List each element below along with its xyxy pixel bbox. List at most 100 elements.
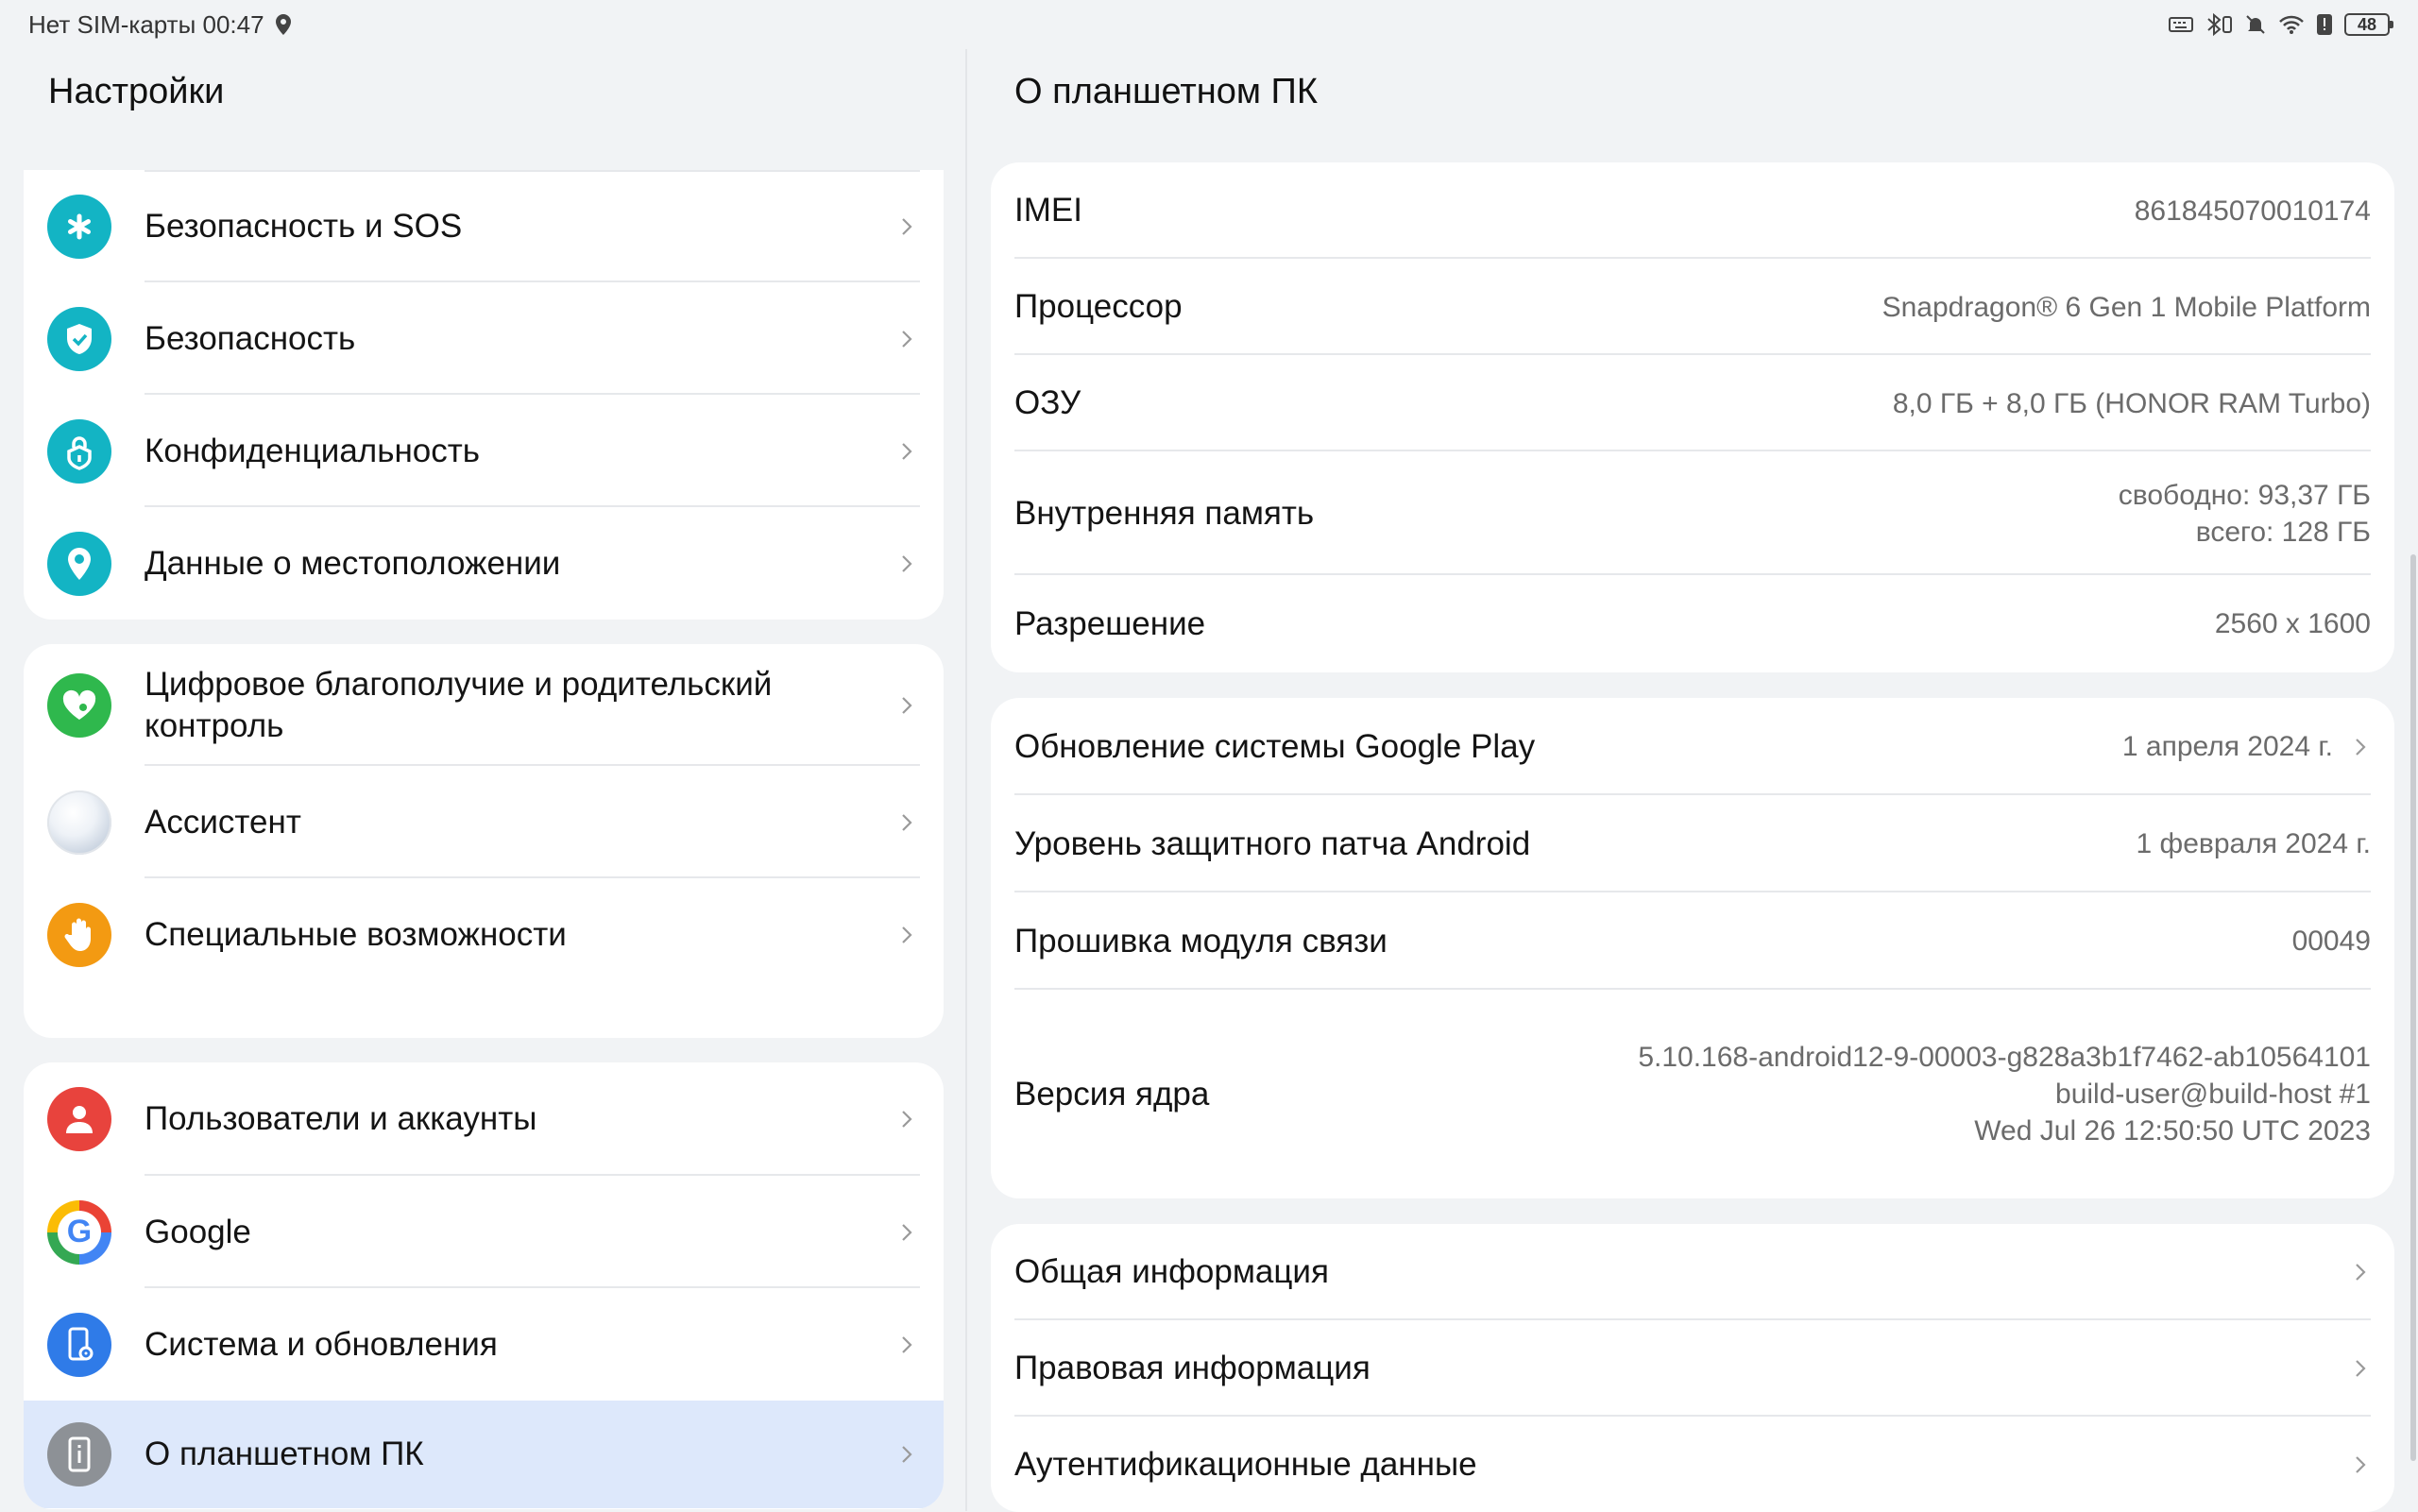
location-icon: [274, 13, 293, 36]
chevron-right-icon: [902, 696, 912, 714]
chevron-right-icon: [902, 330, 912, 348]
wifi-icon: [2278, 14, 2305, 35]
settings-group-2: Цифровое благополучие и родительский кон…: [24, 644, 944, 1038]
resolution-label: Разрешение: [1014, 604, 1206, 642]
sidebar-item-about-tablet[interactable]: О планшетном ПК: [24, 1401, 944, 1508]
chevron-right-icon: [902, 813, 912, 831]
certification-label: Аутентификационные данные: [1014, 1446, 1477, 1483]
settings-pane: Настройки Безопасность и SOS Безопасност…: [0, 49, 965, 1511]
resolution-value: 2560 x 1600: [2214, 608, 2371, 639]
sidebar-item-label: Пользователи и аккаунты: [145, 1100, 537, 1137]
kernel-build-date: Wed Jul 26 12:50:50 UTC 2023: [1974, 1115, 2371, 1147]
kernel-version-value: 5.10.168-android12-9-00003-g828a3b1f7462…: [1638, 1039, 2371, 1149]
ram-label: ОЗУ: [1014, 384, 1081, 421]
security-patch-value: 1 февраля 2024 г.: [2136, 828, 2371, 859]
chevron-right-icon: [902, 217, 912, 235]
bluetooth-icon: [2205, 12, 2233, 37]
heart-icon: [47, 672, 111, 738]
status-bar: Нет SIM-карты 00:47 48: [0, 0, 2418, 49]
sidebar-item-label: Конфиденциальность: [145, 432, 481, 469]
processor-label: Процессор: [1014, 288, 1183, 325]
chevron-right-icon: [902, 1446, 912, 1463]
chevron-right-icon: [902, 1335, 912, 1353]
chevron-right-icon: [902, 926, 912, 943]
chevron-right-icon: [2356, 1264, 2366, 1281]
processor-row: Процессор Snapdragon® 6 Gen 1 Mobile Pla…: [991, 259, 2394, 355]
google-play-update-row[interactable]: Обновление системы Google Play 1 апреля …: [991, 698, 2394, 795]
sidebar-item-security[interactable]: Безопасность: [24, 282, 944, 395]
sidebar-item-users-accounts[interactable]: Пользователи и аккаунты: [24, 1062, 944, 1176]
security-patch-row: Уровень защитного патча Android 1 феврал…: [991, 795, 2394, 892]
storage-free: свободно: 93,37 ГБ: [2118, 479, 2371, 511]
device-info-card: IMEI 861845070010174 Процессор Snapdrago…: [991, 162, 2394, 672]
kernel-version-label: Версия ядра: [1014, 1075, 1210, 1113]
hand-icon: [47, 902, 111, 967]
sidebar-item-digital-wellbeing[interactable]: Цифровое благополучие и родительский кон…: [24, 644, 944, 766]
storage-row: Внутренняя память свободно: 93,37 ГБ все…: [991, 451, 2394, 575]
sidebar-item-label: Ассистент: [145, 803, 301, 841]
general-info-label: Общая информация: [1014, 1253, 1329, 1290]
google-play-update-label: Обновление системы Google Play: [1014, 727, 1536, 765]
sidebar-item-label: Система и обновления: [145, 1325, 498, 1363]
info-device-icon: [47, 1422, 111, 1487]
sidebar-item-assistant[interactable]: Ассистент: [24, 766, 944, 878]
baseband-value: 00049: [2291, 926, 2371, 957]
sidebar-item-accessibility[interactable]: Специальные возможности: [24, 878, 944, 991]
sidebar-item-label: Google: [145, 1213, 251, 1250]
chevron-right-icon: [2356, 1456, 2366, 1473]
software-info-card: Обновление системы Google Play 1 апреля …: [991, 698, 2394, 1198]
sidebar-item-label: Безопасность: [145, 319, 356, 357]
sidebar-item-privacy[interactable]: Конфиденциальность: [24, 395, 944, 507]
settings-group-3: Пользователи и аккаунты G Google Система…: [24, 1062, 944, 1509]
chevron-right-icon: [902, 1111, 912, 1128]
legal-info-label: Правовая информация: [1014, 1350, 1371, 1386]
shield-icon: [47, 306, 111, 371]
sidebar-item-google[interactable]: G Google: [24, 1176, 944, 1288]
scrollbar[interactable]: [2410, 554, 2416, 1461]
imei-row[interactable]: IMEI 861845070010174: [991, 162, 2394, 259]
assistant-orb-icon: [47, 790, 111, 855]
sidebar-item-label: Цифровое благополучие и родительский кон…: [145, 665, 773, 744]
ram-value: 8,0 ГБ + 8,0 ГБ (HONOR RAM Turbo): [1892, 387, 2371, 419]
storage-value: свободно: 93,37 ГБ всего: 128 ГБ: [2119, 477, 2371, 551]
user-icon: [47, 1087, 111, 1151]
sidebar-item-label: О планшетном ПК: [145, 1436, 424, 1472]
page-title: Настройки: [48, 72, 225, 111]
baseband-row: Прошивка модуля связи 00049: [991, 892, 2394, 990]
sidebar-item-label: Безопасность и SOS: [145, 207, 463, 245]
ram-row: ОЗУ 8,0 ГБ + 8,0 ГБ (HONOR RAM Turbo): [991, 355, 2394, 451]
chevron-right-icon: [2356, 738, 2366, 756]
kernel-version-line: 5.10.168-android12-9-00003-g828a3b1f7462…: [1638, 1042, 2371, 1073]
general-info-row[interactable]: Общая информация: [991, 1224, 2394, 1320]
sidebar-item-system-updates[interactable]: Система и обновления: [24, 1288, 944, 1401]
chevron-right-icon: [902, 554, 912, 572]
google-icon: G: [47, 1199, 111, 1265]
asterisk-icon: [47, 194, 111, 259]
processor-value: Snapdragon® 6 Gen 1 Mobile Platform: [1882, 291, 2371, 323]
detail-title: О планшетном ПК: [1014, 72, 1318, 111]
kernel-build-host: build-user@build-host #1: [2055, 1079, 2371, 1110]
chevron-right-icon: [902, 442, 912, 460]
carrier-time-text: Нет SIM-карты 00:47: [28, 9, 264, 39]
settings-group-1: Безопасность и SOS Безопасность Конфиден…: [24, 170, 944, 620]
keyboard-icon: [2169, 16, 2193, 33]
sidebar-item-label: Специальные возможности: [145, 915, 567, 953]
certification-row[interactable]: Аутентификационные данные: [991, 1417, 2394, 1512]
legal-info-row[interactable]: Правовая информация: [991, 1320, 2394, 1417]
google-play-update-value: 1 апреля 2024 г.: [2121, 731, 2333, 762]
sidebar-item-location[interactable]: Данные о местоположении: [24, 507, 944, 620]
imei-value: 861845070010174: [2134, 195, 2371, 227]
kernel-version-row: Версия ядра 5.10.168-android12-9-00003-g…: [991, 990, 2394, 1198]
alert-icon: [2316, 13, 2333, 36]
about-tablet-pane: О планшетном ПК IMEI 861845070010174 Про…: [967, 49, 2418, 1512]
more-info-card: Общая информация Правовая информация Аут…: [991, 1224, 2394, 1512]
sidebar-item-label: Данные о местоположении: [145, 544, 561, 582]
location-pin-icon: [47, 531, 111, 596]
mute-bell-icon: [2244, 13, 2267, 36]
chevron-right-icon: [2356, 1360, 2366, 1377]
sidebar-item-security-sos[interactable]: Безопасность и SOS: [24, 170, 944, 282]
chevron-right-icon: [902, 1223, 912, 1241]
resolution-row: Разрешение 2560 x 1600: [991, 575, 2394, 672]
security-patch-label: Уровень защитного патча Android: [1014, 824, 1531, 862]
baseband-label: Прошивка модуля связи: [1014, 922, 1388, 960]
